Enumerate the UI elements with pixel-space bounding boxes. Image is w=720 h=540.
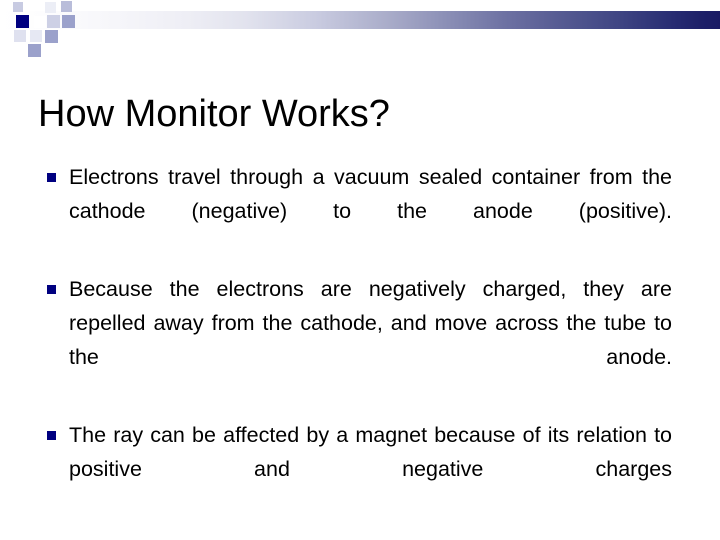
header-decoration-square: [29, 0, 39, 10]
bullet-item-text: The ray can be affected by a magnet beca…: [69, 423, 672, 481]
header-decoration-square: [13, 2, 23, 12]
header-decoration-square: [45, 2, 56, 13]
header-gradient-bar: [0, 11, 720, 29]
header-decoration-square: [45, 30, 58, 43]
square-bullet-icon: [47, 173, 56, 182]
bullet-item-text: Because the electrons are negatively cha…: [69, 277, 672, 369]
header-decoration-square: [30, 30, 42, 42]
header-decoration-square: [61, 1, 72, 12]
slide-header-decoration: [0, 0, 720, 57]
header-decoration-square: [16, 15, 29, 28]
header-decoration-square: [14, 30, 26, 42]
presentation-slide: How Monitor Works? Electrons travel thro…: [0, 0, 720, 540]
bullet-list-item: Because the electrons are negatively cha…: [44, 272, 672, 408]
square-bullet-icon: [47, 285, 56, 294]
bullet-item-text: Electrons travel through a vacuum sealed…: [69, 165, 672, 223]
bullet-list-item: The ray can be affected by a magnet beca…: [44, 418, 672, 520]
header-decoration-square: [28, 44, 41, 57]
square-bullet-icon: [47, 431, 56, 440]
header-decoration-square: [62, 15, 75, 28]
slide-title: How Monitor Works?: [38, 93, 390, 136]
bullet-list-item: Electrons travel through a vacuum sealed…: [44, 160, 672, 262]
slide-body-content: Electrons travel through a vacuum sealed…: [44, 160, 672, 520]
header-decoration-square: [34, 16, 46, 28]
header-decoration-square: [47, 15, 60, 28]
